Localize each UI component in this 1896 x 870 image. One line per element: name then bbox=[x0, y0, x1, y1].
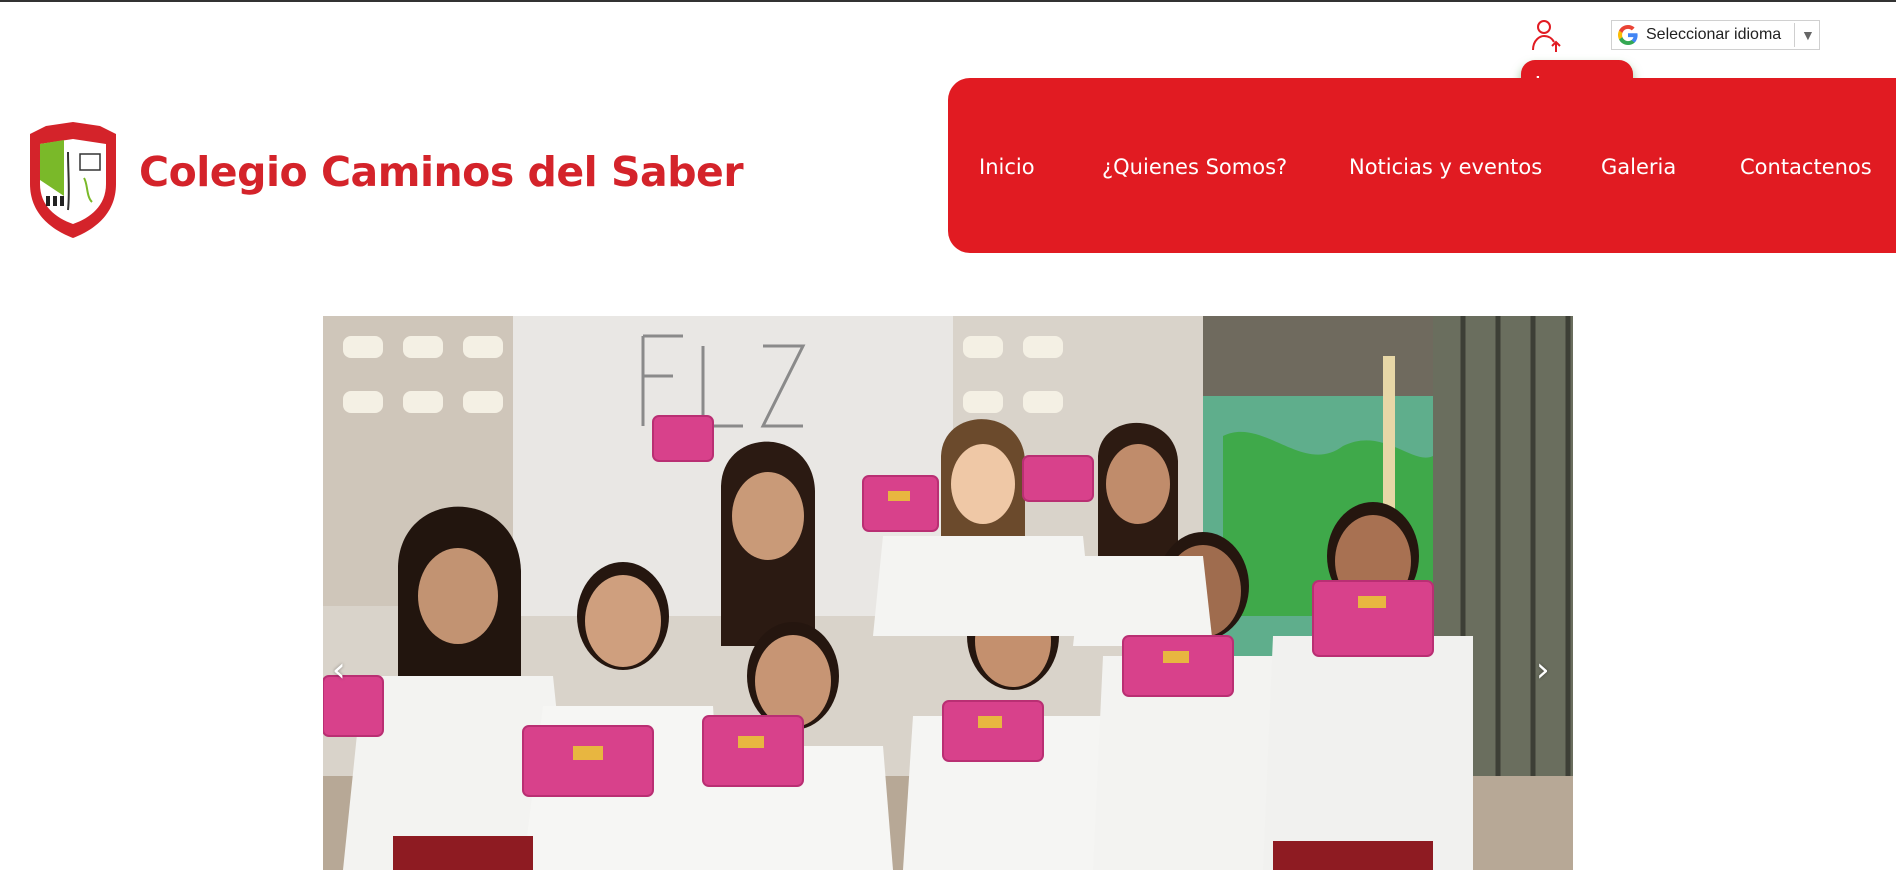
hero-carousel-image bbox=[323, 316, 1573, 870]
top-border-line bbox=[0, 0, 1896, 2]
language-selector[interactable]: Seleccionar idioma ▼ bbox=[1611, 20, 1820, 50]
user-login-icon[interactable] bbox=[1530, 18, 1564, 54]
site-title[interactable]: Colegio Caminos del Saber bbox=[139, 148, 744, 196]
nav-item-contactenos[interactable]: Contactenos bbox=[1740, 155, 1872, 179]
language-selector-label: Seleccionar idioma bbox=[1646, 26, 1782, 43]
chevron-left-icon[interactable]: ‹ bbox=[332, 650, 346, 690]
divider bbox=[1794, 23, 1795, 47]
nav-item-noticias-y-eventos[interactable]: Noticias y eventos bbox=[1349, 155, 1542, 179]
nav-item-inicio[interactable]: Inicio bbox=[979, 155, 1035, 179]
nav-item-quienes-somos[interactable]: ¿Quienes Somos? bbox=[1102, 155, 1287, 179]
school-crest-logo[interactable] bbox=[24, 122, 122, 238]
chevron-right-icon[interactable]: › bbox=[1536, 650, 1550, 690]
dropdown-arrow-icon: ▼ bbox=[1801, 27, 1815, 43]
nav-item-galeria[interactable]: Galeria bbox=[1601, 155, 1676, 179]
google-icon bbox=[1616, 23, 1640, 47]
